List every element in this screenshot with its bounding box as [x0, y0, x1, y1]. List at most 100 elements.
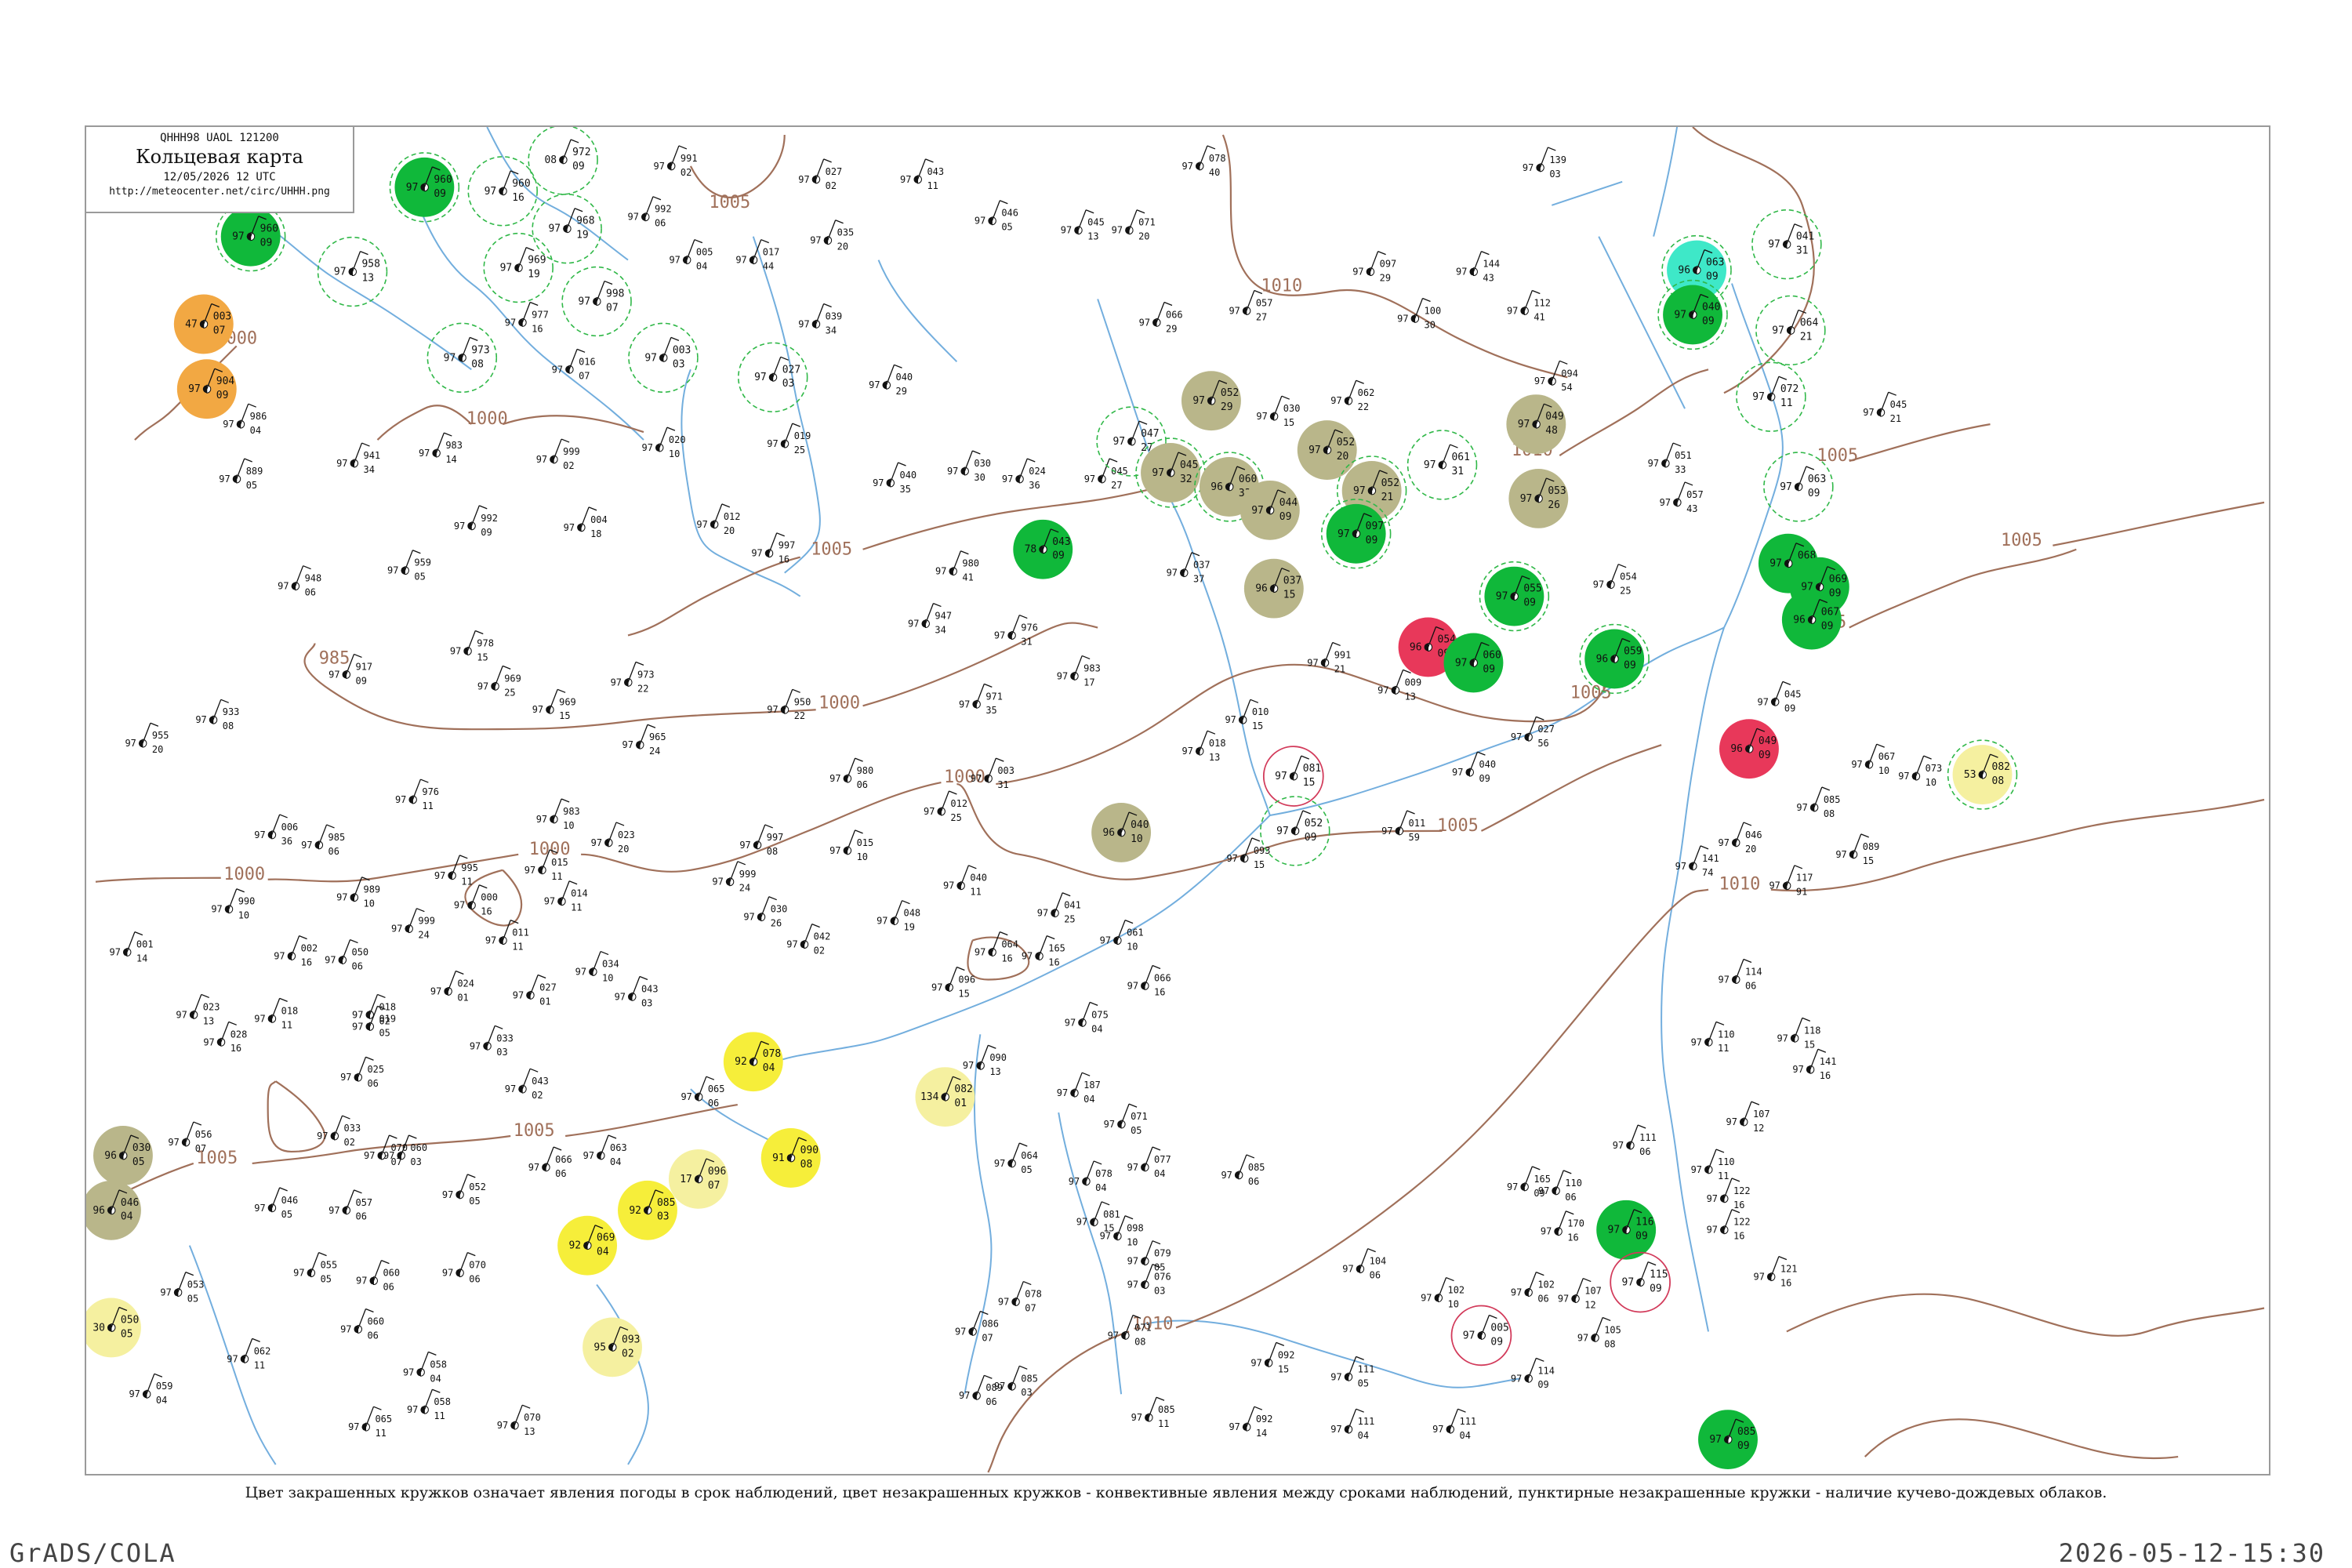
- station-plot: 078 97 40: [1182, 145, 1226, 178]
- station-plot: 933 97 08: [195, 699, 239, 731]
- station-plot-s18: 044 97 09: [1240, 480, 1300, 540]
- station-plot: 046 97 05: [254, 1187, 298, 1220]
- station-plot-s34: 064 97 21: [1755, 295, 1826, 366]
- station-tendency: 13: [1405, 691, 1416, 702]
- station-pressure: 093: [622, 1334, 640, 1345]
- isobars-layer: [95, 127, 2265, 1473]
- wind-barb-icon: [412, 550, 421, 554]
- station-plot: 059 97 04: [129, 1373, 173, 1406]
- station-plot: 141 97 16: [1792, 1048, 1836, 1081]
- station-tendency: 05: [379, 1027, 390, 1038]
- station-temperature: 96: [1730, 743, 1743, 755]
- wind-barb-icon: [1144, 1264, 1153, 1285]
- station-pressure: 980: [857, 765, 874, 776]
- station-plot: 037 97 37: [1167, 552, 1210, 585]
- station-plot: 010 97 15: [1225, 699, 1269, 731]
- station-temperature: 97: [1100, 935, 1111, 946]
- station-tendency: 06: [328, 846, 339, 857]
- station-plot-s53: 116 97 09: [1596, 1200, 1657, 1260]
- station-tendency: 25: [1620, 586, 1631, 597]
- station-plot: 015 97 10: [829, 829, 873, 862]
- station-tendency: 13: [1087, 231, 1098, 242]
- wind-barb-icon: [1923, 755, 1932, 760]
- station-tendency: 11: [422, 800, 433, 811]
- wind-barb-icon: [1294, 810, 1304, 832]
- station-pressure: 102: [1448, 1285, 1465, 1296]
- station-tendency: 15: [1863, 855, 1874, 866]
- station-plot: 102 97 06: [1511, 1271, 1555, 1305]
- station-temperature: 97: [1192, 395, 1205, 407]
- station-plot-s51: 030 96 05: [93, 1126, 153, 1185]
- isobar: [1864, 1418, 2179, 1460]
- station-plot: 107 97 12: [1726, 1101, 1770, 1134]
- wind-barb-icon: [561, 880, 570, 902]
- river: [1551, 180, 1623, 206]
- wind-barb-icon: [1356, 379, 1364, 384]
- station-pressure: 059: [1624, 645, 1642, 657]
- station-temperature: 96: [93, 1205, 105, 1217]
- station-tendency: 13: [989, 1066, 1000, 1077]
- station-tendency: 13: [524, 1426, 535, 1437]
- station-pressure: 110: [1565, 1178, 1582, 1189]
- station-pressure: 003: [673, 344, 691, 356]
- station-plot: 009 97 13: [1377, 669, 1421, 702]
- station-pressure: 889: [246, 466, 263, 477]
- station-pressure: 050: [121, 1314, 139, 1326]
- station-tendency: 06: [857, 779, 868, 790]
- station-plot: 959 97 05: [387, 550, 431, 583]
- station-plot: 071 97 05: [1104, 1103, 1148, 1136]
- station-pressure: 043: [927, 166, 944, 177]
- station-pressure: 085: [657, 1197, 675, 1209]
- station-tendency: 06: [469, 1274, 480, 1285]
- station-temperature: 08: [545, 154, 557, 166]
- wind-barb-icon: [639, 724, 648, 746]
- station-temperature: 97: [254, 1203, 265, 1214]
- station-pressure: 066: [1166, 309, 1183, 320]
- station-temperature: 97: [908, 619, 919, 630]
- station-tendency: 14: [1256, 1428, 1267, 1439]
- station-pressure: 062: [254, 1345, 271, 1356]
- station-temperature: 97: [1022, 951, 1033, 962]
- station-pressure: 058: [434, 1396, 451, 1407]
- wind-barb-icon: [1348, 1408, 1357, 1430]
- wind-barb-icon: [627, 662, 637, 683]
- station-tendency: 01: [954, 1098, 967, 1109]
- wind-barb-icon: [1853, 833, 1862, 855]
- station-tendency: 09: [1808, 488, 1820, 499]
- station-tendency: 14: [445, 454, 456, 465]
- station-plot: 977 97 16: [505, 301, 549, 334]
- isobar: [1559, 368, 1709, 456]
- station-pressure: 972: [572, 147, 590, 158]
- station-tendency: 32: [1180, 474, 1192, 485]
- station-plot-s16: 045 97 32: [1135, 437, 1206, 508]
- station-pressure: 012: [724, 511, 741, 522]
- station-pressure: 933: [223, 706, 240, 717]
- station-tendency: 09: [1483, 663, 1495, 675]
- station-plot-s43: 078 92 04: [723, 1032, 783, 1092]
- wind-barb-icon: [377, 993, 386, 999]
- wind-barb-icon: [1019, 1365, 1028, 1370]
- station-tendency: 15: [1254, 859, 1265, 870]
- station-tendency: 15: [1303, 777, 1316, 789]
- station-temperature: 97: [1229, 1421, 1240, 1432]
- wind-barb-icon: [432, 1388, 441, 1393]
- wind-barb-icon: [529, 301, 539, 307]
- wind-barb-icon: [295, 565, 304, 586]
- station-plot: 978 97 15: [450, 630, 494, 662]
- station-pressure: 020: [669, 434, 686, 445]
- station-temperature: 97: [628, 212, 639, 223]
- isobar: [1849, 548, 2077, 629]
- wind-barb-icon: [517, 247, 527, 268]
- wind-barb-icon: [600, 950, 609, 956]
- station-tendency: 03: [1021, 1387, 1032, 1398]
- station-tendency: 05: [132, 1156, 145, 1168]
- station-pressure: 107: [1753, 1109, 1770, 1120]
- station-tendency: 16: [512, 192, 524, 204]
- wind-barb-icon: [1377, 251, 1386, 256]
- wind-barb-icon: [521, 302, 531, 323]
- station-temperature: 97: [387, 565, 398, 576]
- wind-barb-icon: [521, 1404, 531, 1409]
- station-pressure: 078: [1209, 153, 1226, 164]
- station-pressure: 122: [1733, 1217, 1751, 1228]
- wind-barb-icon: [154, 1373, 163, 1377]
